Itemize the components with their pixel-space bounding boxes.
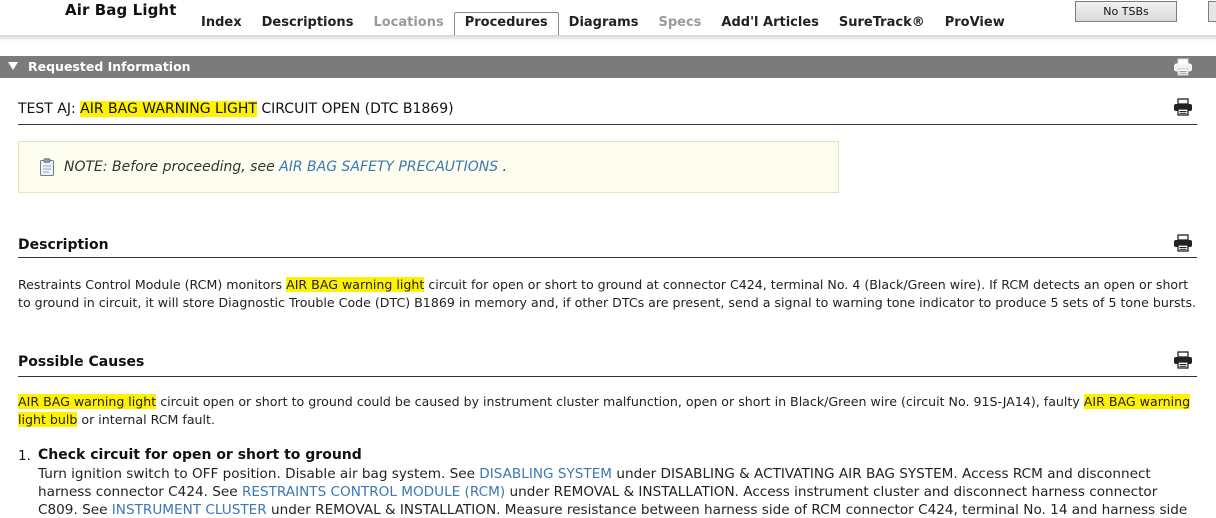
overflow-button-edge[interactable]	[1208, 1, 1216, 22]
printer-icon[interactable]	[1173, 351, 1193, 373]
note-suffix: .	[498, 159, 508, 175]
top-header: Air Bag Light Index Descriptions Locatio…	[0, 0, 1216, 40]
note-text: NOTE: Before proceeding, see AIR BAG SAF…	[64, 159, 507, 175]
safety-precautions-link[interactable]: AIR BAG SAFETY PRECAUTIONS	[279, 159, 498, 175]
step-text-1: Turn ignition switch to OFF position. Di…	[38, 466, 480, 482]
tsb-button[interactable]: No TSBs	[1075, 1, 1177, 22]
test-heading: TEST AJ: AIR BAG WARNING LIGHT CIRCUIT O…	[18, 98, 1197, 125]
triangle-down-icon[interactable]	[8, 62, 18, 70]
description-paragraph: Restraints Control Module (RCM) monitors…	[18, 276, 1203, 312]
possible-causes-paragraph: AIR BAG warning light circuit open or sh…	[18, 393, 1203, 429]
description-highlight: AIR BAG warning light	[286, 277, 425, 292]
header-divider	[0, 35, 1216, 41]
tab-descriptions[interactable]: Descriptions	[252, 12, 364, 36]
printer-icon[interactable]	[1173, 58, 1193, 80]
section-header[interactable]: Requested Information	[0, 56, 1216, 78]
description-heading: Description	[18, 234, 1197, 258]
test-title-suffix: CIRCUIT OPEN (DTC B1869)	[256, 101, 454, 117]
description-text-1: Restraints Control Module (RCM) monitors	[18, 277, 287, 292]
tab-specs: Specs	[658, 15, 702, 30]
printer-icon[interactable]	[1173, 98, 1193, 120]
possible-causes-heading: Possible Causes	[18, 351, 1197, 377]
step-body: Turn ignition switch to OFF position. Di…	[38, 465, 1198, 518]
disabling-system-link[interactable]: DISABLING SYSTEM	[479, 466, 612, 482]
causes-highlight-1: AIR BAG warning light	[18, 394, 157, 409]
step-text-4: under REMOVAL & INSTALLATION. Measure re…	[266, 502, 1188, 518]
tab-proview[interactable]: ProView	[935, 12, 1015, 36]
tab-bar: Index Descriptions Locations Procedures …	[191, 12, 1015, 37]
rcm-link[interactable]: RESTRAINTS CONTROL MODULE (RCM)	[242, 484, 505, 500]
printer-icon[interactable]	[1173, 234, 1193, 256]
tab-diagrams[interactable]: Diagrams	[559, 12, 649, 36]
test-title-highlight: AIR BAG WARNING LIGHT	[80, 101, 257, 117]
content-area: TEST AJ: AIR BAG WARNING LIGHT CIRCUIT O…	[0, 78, 1216, 518]
tab-index[interactable]: Index	[191, 12, 252, 36]
tab-addl-articles[interactable]: Add'l Articles	[711, 12, 829, 36]
tab-suretrack[interactable]: SureTrack®	[829, 12, 935, 36]
causes-text-2: or internal RCM fault.	[77, 412, 215, 427]
note-prefix: NOTE: Before proceeding, see	[64, 159, 280, 175]
causes-text-1: circuit open or short to ground could be…	[156, 394, 1084, 409]
clipboard-note-icon	[39, 158, 55, 180]
section-title: Requested Information	[28, 59, 191, 74]
note-box: NOTE: Before proceeding, see AIR BAG SAF…	[18, 141, 839, 193]
description-title: Description	[18, 237, 109, 253]
tab-locations: Locations	[373, 15, 444, 30]
instrument-cluster-link[interactable]: INSTRUMENT CLUSTER	[112, 502, 267, 518]
step-title: Check circuit for open or short to groun…	[38, 447, 362, 463]
test-title-prefix: TEST AJ:	[18, 101, 81, 117]
tab-procedures[interactable]: Procedures	[453, 12, 559, 37]
step-number: 1.	[18, 448, 31, 464]
page-title: Air Bag Light	[65, 1, 177, 19]
test-title: TEST AJ: AIR BAG WARNING LIGHT CIRCUIT O…	[18, 101, 454, 117]
possible-causes-title: Possible Causes	[18, 354, 145, 370]
